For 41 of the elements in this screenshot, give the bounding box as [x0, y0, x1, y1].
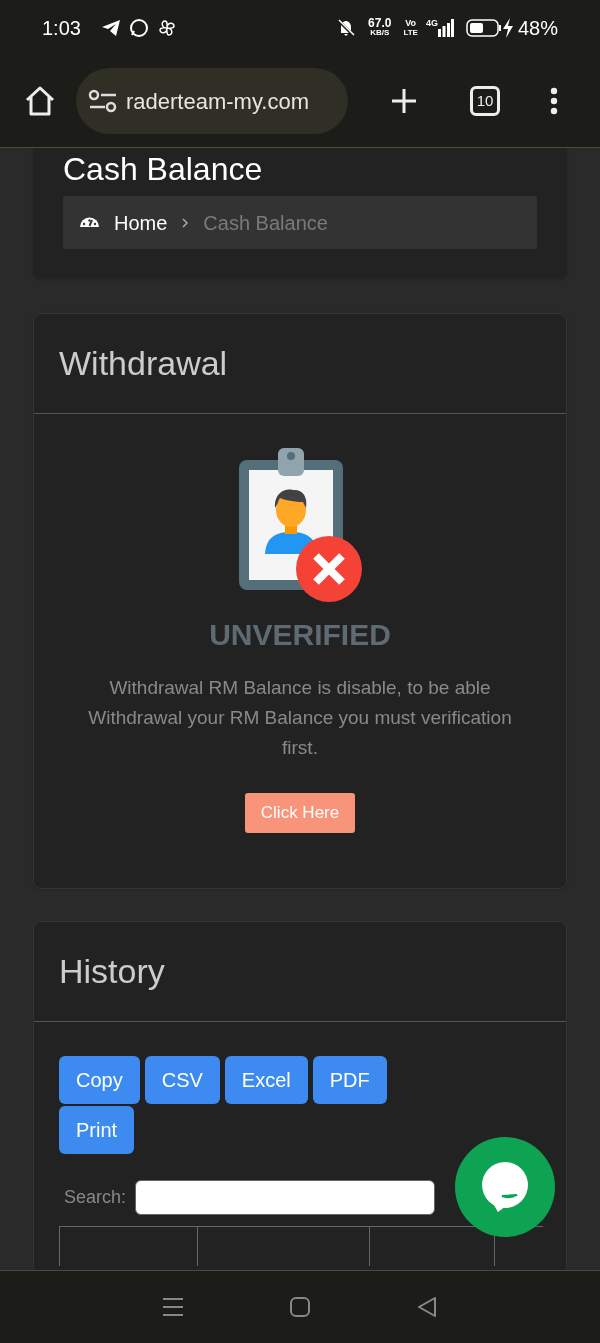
battery-icon — [465, 18, 502, 37]
verification-message: Withdrawal RM Balance is disable, to be able Withdrawal your RM Balance you must verification first. — [87, 676, 513, 760]
breadcrumb-link[interactable]: Home — [114, 207, 168, 238]
plus-icon[interactable] — [390, 87, 418, 115]
click-here-button[interactable]: Click Here — [244, 793, 356, 833]
back-icon[interactable] — [415, 1296, 438, 1318]
site-settings-icon[interactable] — [88, 89, 118, 113]
tab-count-button[interactable]: 10 — [470, 86, 500, 116]
export-button[interactable]: PDF — [312, 1056, 387, 1104]
muted-bell-icon — [336, 17, 357, 38]
menu-icon[interactable] — [162, 1297, 185, 1317]
page-title: Cash Balance — [63, 150, 264, 188]
speed-unit: KB/S — [370, 27, 390, 37]
more-menu-icon[interactable] — [550, 87, 558, 115]
export-button[interactable]: CSV — [144, 1056, 220, 1104]
volte-label: LTE — [403, 27, 418, 37]
card-title: Withdrawal — [59, 343, 228, 384]
chat-bubble-icon — [128, 17, 149, 38]
volte-label: Vo — [405, 18, 417, 28]
export-button[interactable]: Copy — [59, 1056, 140, 1104]
status-heading: UNVERIFIED — [209, 617, 391, 653]
paper-plane-icon — [100, 18, 121, 37]
export-button[interactable]: Excel — [224, 1056, 308, 1104]
url-text: raderteam-my.com — [126, 87, 309, 116]
network-speed: 67.0 — [368, 18, 392, 28]
charging-bolt-icon — [501, 17, 514, 38]
battery-percent: 48% — [517, 15, 558, 41]
search-field[interactable] — [135, 1180, 436, 1215]
network-type: 4G — [425, 17, 438, 30]
clock: 1:03 — [42, 15, 81, 41]
search-label: Search: — [64, 1186, 127, 1209]
chat-bubble-icon — [480, 1162, 530, 1212]
chevron-right-icon — [181, 216, 190, 229]
signal-icon — [437, 18, 454, 37]
export-button[interactable]: Print — [59, 1106, 135, 1154]
speedometer-icon — [79, 217, 100, 228]
address-bar[interactable]: raderteam-my.com — [76, 68, 348, 134]
pinwheel-icon — [156, 17, 177, 38]
home-icon[interactable] — [24, 86, 56, 116]
card-title: History — [59, 951, 165, 992]
home-square-icon[interactable] — [289, 1296, 311, 1318]
